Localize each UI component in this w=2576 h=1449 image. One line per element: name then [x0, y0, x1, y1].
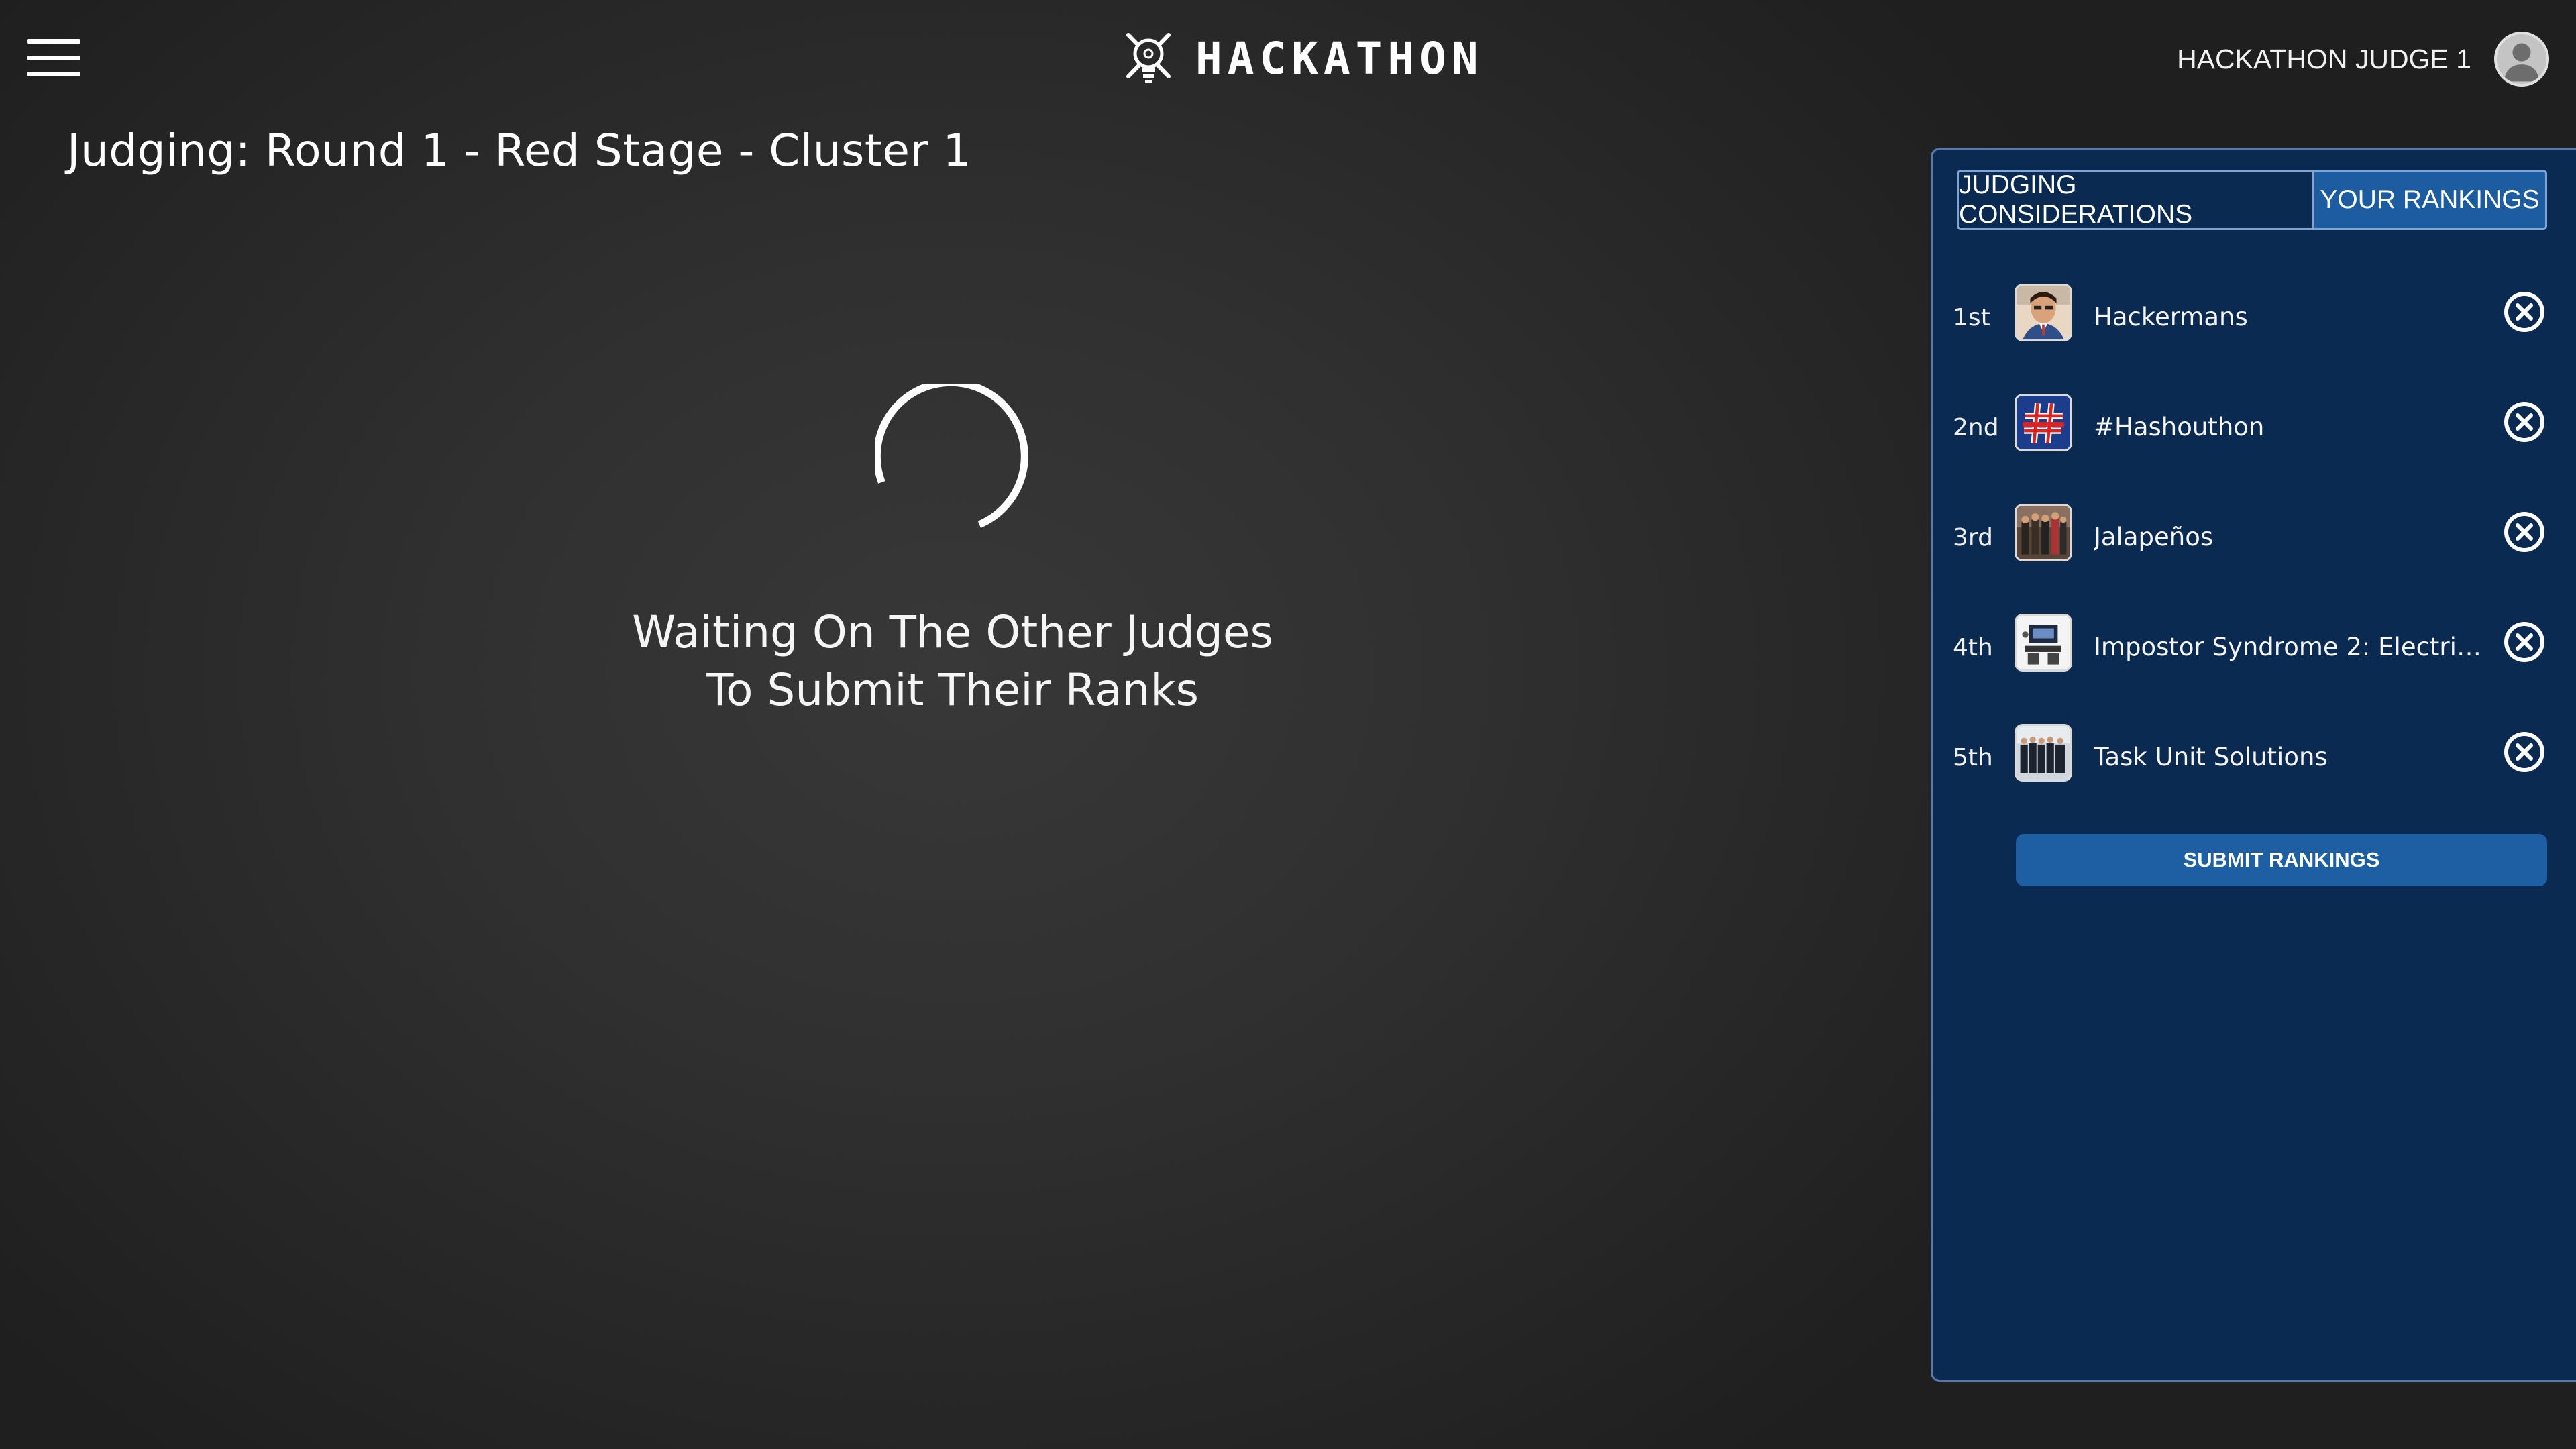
tab-judging-considerations[interactable]: JUDGING CONSIDERATIONS — [1959, 172, 2314, 228]
remove-ranking-button[interactable] — [2503, 400, 2546, 443]
rank-position: 5th — [1953, 744, 1993, 771]
ranking-row: 5th Task Unit Solutions — [1933, 710, 2576, 820]
team-avatar — [2015, 724, 2072, 782]
team-avatar — [2015, 614, 2072, 672]
close-circle-icon — [2504, 732, 2544, 772]
rank-position: 3rd — [1953, 524, 1993, 551]
waiting-line-1: Waiting On The Other Judges — [632, 606, 1273, 658]
remove-ranking-button[interactable] — [2503, 731, 2546, 773]
loading-spinner-icon — [875, 384, 1028, 528]
team-avatar — [2015, 394, 2072, 451]
team-name: Jalapeños — [2094, 523, 2214, 551]
rank-position: 1st — [1953, 304, 1990, 331]
user-avatar-icon[interactable] — [2494, 32, 2549, 87]
panel-tabs: JUDGING CONSIDERATIONS YOUR RANKINGS — [1957, 170, 2547, 230]
user-menu[interactable]: HACKATHON JUDGE 1 — [2177, 30, 2549, 89]
tab-your-rankings[interactable]: YOUR RANKINGS — [2314, 172, 2545, 228]
remove-ranking-button[interactable] — [2503, 290, 2546, 333]
rank-position: 4th — [1953, 634, 1993, 661]
ranking-row: 1st Hackermans — [1933, 270, 2576, 380]
page-title: Judging: Round 1 - Red Stage - Cluster 1 — [67, 125, 972, 176]
rank-position: 2nd — [1953, 414, 1999, 441]
bulb-crossbones-icon — [1126, 33, 1171, 83]
team-avatar — [2015, 504, 2072, 561]
rankings-panel: JUDGING CONSIDERATIONS YOUR RANKINGS 1st — [1931, 148, 2576, 1382]
close-circle-icon — [2504, 622, 2544, 662]
ranking-row: 4th Impostor Syndrome 2: Electric Bo... — [1933, 600, 2576, 710]
brand-name: HACKATHON — [1195, 32, 1484, 85]
waiting-line-2: To Submit Their Ranks — [706, 664, 1199, 716]
remove-ranking-button[interactable] — [2503, 621, 2546, 663]
brand-logo: HACKATHON — [1122, 28, 1484, 89]
team-avatar — [2015, 284, 2072, 341]
rankings-list: 1st Hackermans 2nd #Hashouthon 3rd Jalap… — [1933, 270, 2576, 820]
close-circle-icon — [2504, 512, 2544, 552]
close-circle-icon — [2504, 292, 2544, 332]
team-name: Impostor Syndrome 2: Electric Bo... — [2094, 633, 2489, 661]
team-name: Hackermans — [2094, 303, 2248, 331]
hamburger-menu-icon[interactable] — [27, 39, 80, 76]
close-circle-icon — [2504, 402, 2544, 442]
waiting-message: Waiting On The Other Judges To Submit Th… — [550, 604, 1355, 719]
remove-ranking-button[interactable] — [2503, 511, 2546, 553]
submit-rankings-button[interactable]: SUBMIT RANKINGS — [2016, 834, 2547, 886]
user-name: HACKATHON JUDGE 1 — [2177, 43, 2471, 74]
ranking-row: 2nd #Hashouthon — [1933, 380, 2576, 490]
team-name: Task Unit Solutions — [2094, 743, 2328, 771]
ranking-row: 3rd Jalapeños — [1933, 490, 2576, 600]
team-name: #Hashouthon — [2094, 413, 2265, 441]
